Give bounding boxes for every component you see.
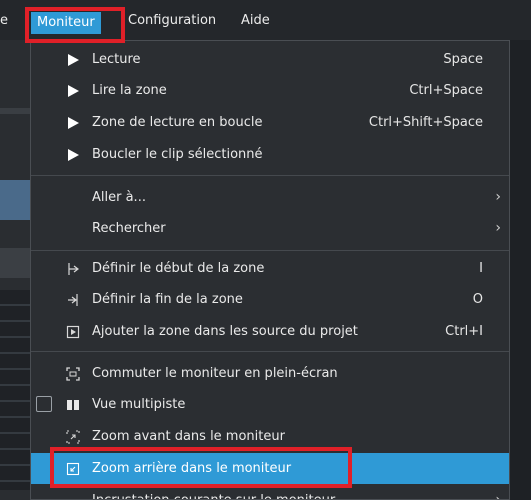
menu-separator	[31, 250, 509, 251]
chevron-right-icon: ›	[495, 220, 501, 236]
shortcut-label: Ctrl+Shift+Space	[368, 115, 483, 130]
background-track-lines	[0, 290, 30, 490]
zone-start-icon	[61, 253, 85, 284]
menu-item-definir-fin[interactable]: Définir la fin de la zone O	[31, 284, 509, 315]
menubar-item-aide[interactable]: Aide	[241, 10, 270, 32]
moniteur-dropdown-menu: Lecture Space Lire la zone Ctrl+Space Zo…	[30, 40, 510, 500]
background-panel-left	[0, 40, 30, 500]
chevron-right-icon: ›	[495, 189, 501, 205]
shortcut-label: Space	[443, 52, 483, 67]
menu-item-definir-debut[interactable]: Définir le début de la zone I	[31, 253, 509, 284]
menu-item-lecture[interactable]: Lecture Space	[31, 44, 509, 75]
menu-item-boucler-clip[interactable]: Boucler le clip sélectionné	[31, 139, 509, 170]
menu-item-plein-ecran[interactable]: Commuter le moniteur en plein-écran	[31, 358, 509, 389]
shortcut-label: O	[472, 292, 483, 307]
play-icon	[61, 139, 85, 170]
background-panel-right	[509, 40, 531, 500]
menubar-item-configuration[interactable]: Configuration	[128, 10, 216, 32]
shortcut-label: Ctrl+Space	[409, 83, 483, 98]
annotation-box-zoom-arriere	[50, 447, 352, 488]
background-tool-strip	[0, 128, 30, 152]
background-strip	[0, 248, 30, 278]
menu-item-lire-la-zone[interactable]: Lire la zone Ctrl+Space	[31, 75, 509, 106]
annotation-box-moniteur	[25, 7, 125, 43]
fullscreen-icon	[61, 358, 85, 389]
play-icon	[61, 107, 85, 138]
menu-item-ajouter-zone[interactable]: Ajouter la zone dans les source du proje…	[31, 316, 509, 347]
play-icon	[61, 44, 85, 75]
chevron-right-icon: ›	[495, 492, 501, 500]
menu-separator	[31, 351, 509, 352]
multitrack-icon	[61, 389, 85, 420]
menu-item-zone-boucle[interactable]: Zone de lecture en boucle Ctrl+Shift+Spa…	[31, 107, 509, 138]
add-zone-icon	[61, 316, 85, 347]
shortcut-label: I	[479, 261, 483, 276]
menu-item-vue-multipiste[interactable]: Vue multipiste	[31, 389, 509, 420]
zone-end-icon	[61, 284, 85, 315]
menu-item-aller-a[interactable]: Aller à... ›	[31, 182, 509, 213]
shortcut-label: Ctrl+I	[445, 324, 483, 339]
background-highlight-strip	[0, 180, 30, 220]
menu-separator	[31, 175, 509, 176]
multipiste-checkbox[interactable]	[36, 396, 52, 412]
background-divider	[0, 108, 30, 114]
menubar-item-partial[interactable]: e	[0, 10, 8, 32]
menu-item-rechercher[interactable]: Rechercher ›	[31, 213, 509, 244]
play-icon	[61, 75, 85, 106]
